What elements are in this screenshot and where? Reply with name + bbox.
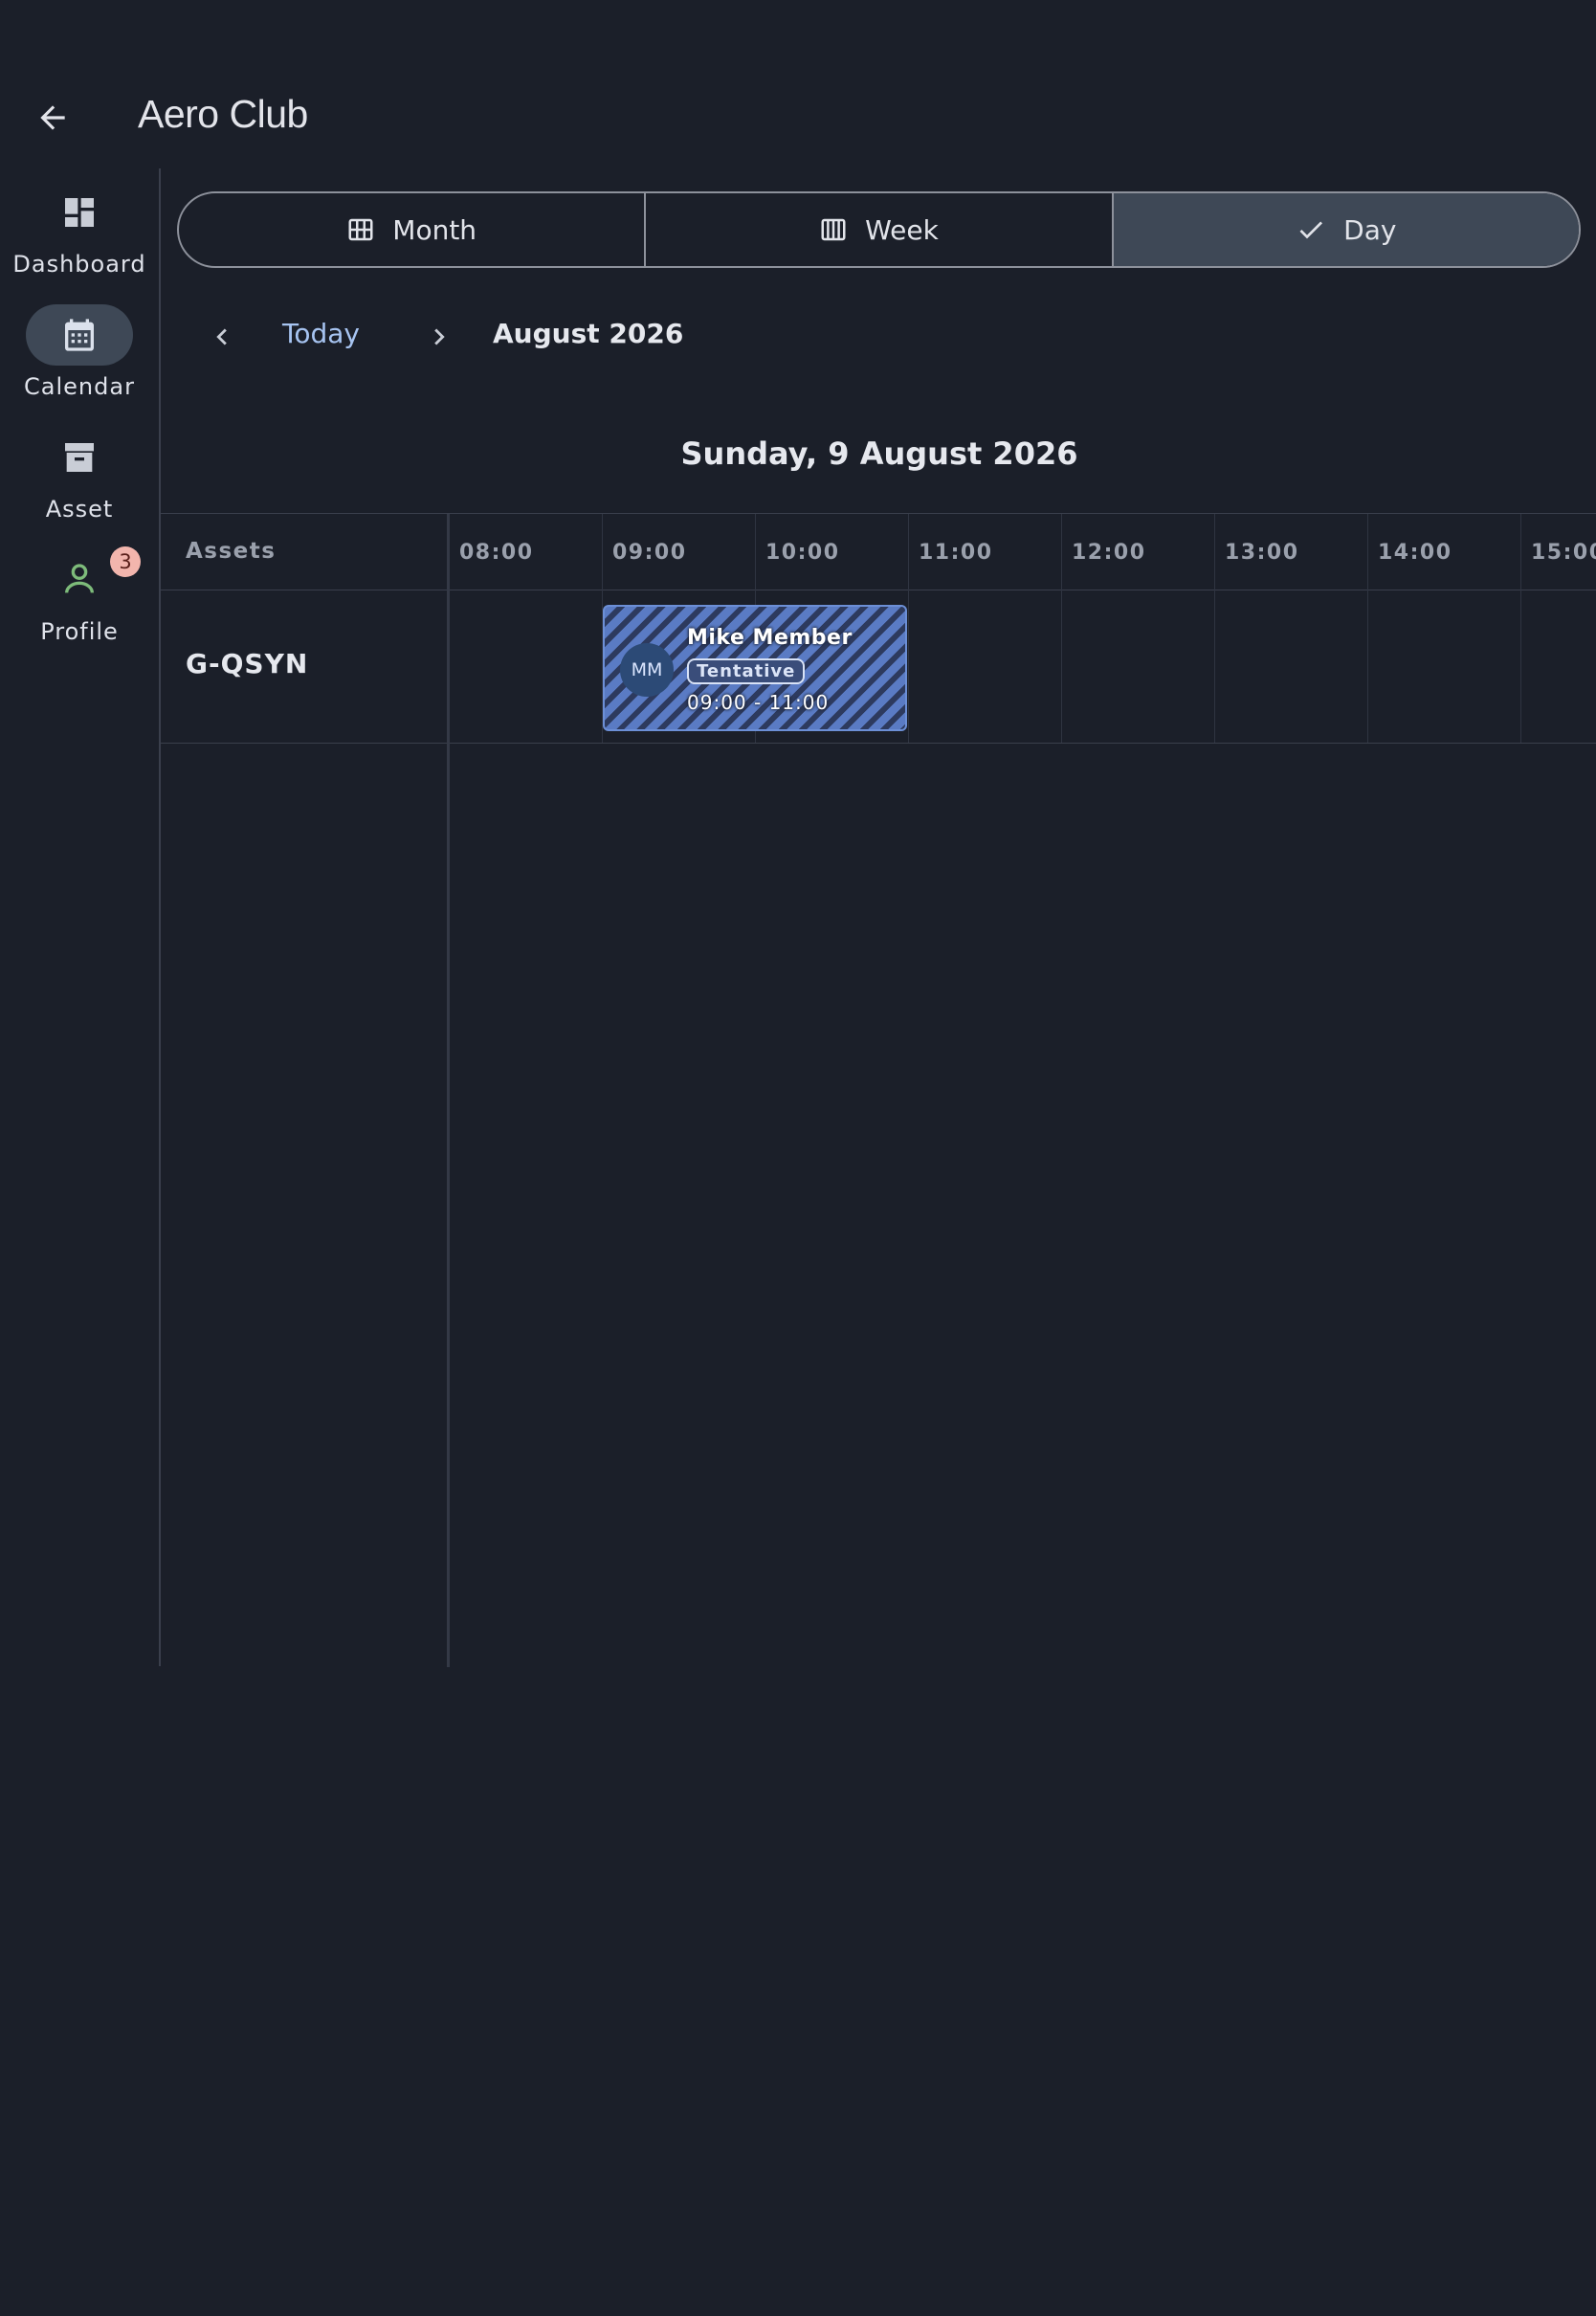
nav-item-profile[interactable]: 3 Profile	[0, 546, 159, 662]
view-switch: Month Week Day	[177, 191, 1581, 268]
view-option-label: Week	[865, 213, 939, 246]
back-button[interactable]	[25, 90, 80, 145]
week-columns-icon	[821, 218, 846, 241]
view-option-month[interactable]: Month	[179, 193, 647, 266]
status-badge: Tentative	[687, 658, 806, 684]
view-option-label: Day	[1343, 213, 1397, 246]
hour-label: 09:00	[612, 541, 687, 565]
nav-label-dashboard: Dashboard	[12, 251, 146, 278]
nav-label-profile: Profile	[40, 618, 119, 645]
hour-label: 14:00	[1378, 541, 1452, 565]
asset-column-divider	[447, 514, 450, 1667]
grid-icon	[348, 218, 373, 241]
grid-header-row: Assets 08:00 09:00 10:00 11:00 12:00 13:…	[161, 514, 1596, 590]
dashboard-icon	[65, 198, 94, 227]
hour-label: 12:00	[1072, 541, 1146, 565]
booking-member-name: Mike Member	[687, 626, 853, 650]
hour-label: 13:00	[1225, 541, 1299, 565]
avatar: MM	[620, 643, 674, 697]
top-app-bar: Aero Club	[0, 77, 1596, 153]
nav-item-asset[interactable]: Asset	[0, 427, 159, 540]
date-navigation: Today August 2026	[191, 304, 1053, 369]
booking-block[interactable]: MM Mike Member Tentative 09:00 - 11:00	[603, 605, 907, 731]
nav-label-asset: Asset	[45, 496, 114, 523]
month-label: August 2026	[493, 318, 684, 349]
next-button[interactable]	[412, 310, 466, 364]
view-option-week[interactable]: Week	[646, 193, 1114, 266]
asset-name[interactable]: G-QSYN	[186, 648, 308, 679]
calendar-icon	[65, 319, 94, 351]
booking-time: 09:00 - 11:00	[687, 691, 830, 714]
notification-badge: 3	[110, 546, 141, 577]
archive-icon	[65, 443, 94, 472]
chevron-left-icon	[216, 328, 227, 345]
nav-item-dashboard[interactable]: Dashboard	[0, 182, 159, 295]
today-button[interactable]: Today	[282, 318, 360, 349]
nav-indicator	[26, 427, 133, 488]
nav-indicator	[26, 182, 133, 243]
person-icon	[65, 564, 94, 593]
app-title: Aero Club	[138, 92, 308, 136]
previous-button[interactable]	[195, 310, 249, 364]
nav-indicator-active	[26, 304, 133, 366]
assets-column-header: Assets	[186, 539, 277, 564]
nav-item-calendar[interactable]: Calendar	[0, 304, 159, 417]
hour-label: 08:00	[459, 541, 534, 565]
hour-label: 15:00	[1531, 541, 1596, 565]
nav-indicator: 3	[26, 546, 141, 611]
navigation-rail: Dashboard Calendar Asset 3 Profile	[0, 168, 161, 1666]
day-heading: Sunday, 9 August 2026	[680, 435, 1078, 472]
nav-label-calendar: Calendar	[24, 373, 135, 400]
hour-label: 11:00	[919, 541, 993, 565]
check-icon	[1299, 221, 1323, 239]
arrow-back-icon	[40, 105, 65, 130]
hour-label: 10:00	[765, 541, 840, 565]
view-option-label: Month	[392, 213, 477, 246]
chevron-right-icon	[434, 328, 445, 345]
view-option-day[interactable]: Day	[1113, 193, 1579, 266]
